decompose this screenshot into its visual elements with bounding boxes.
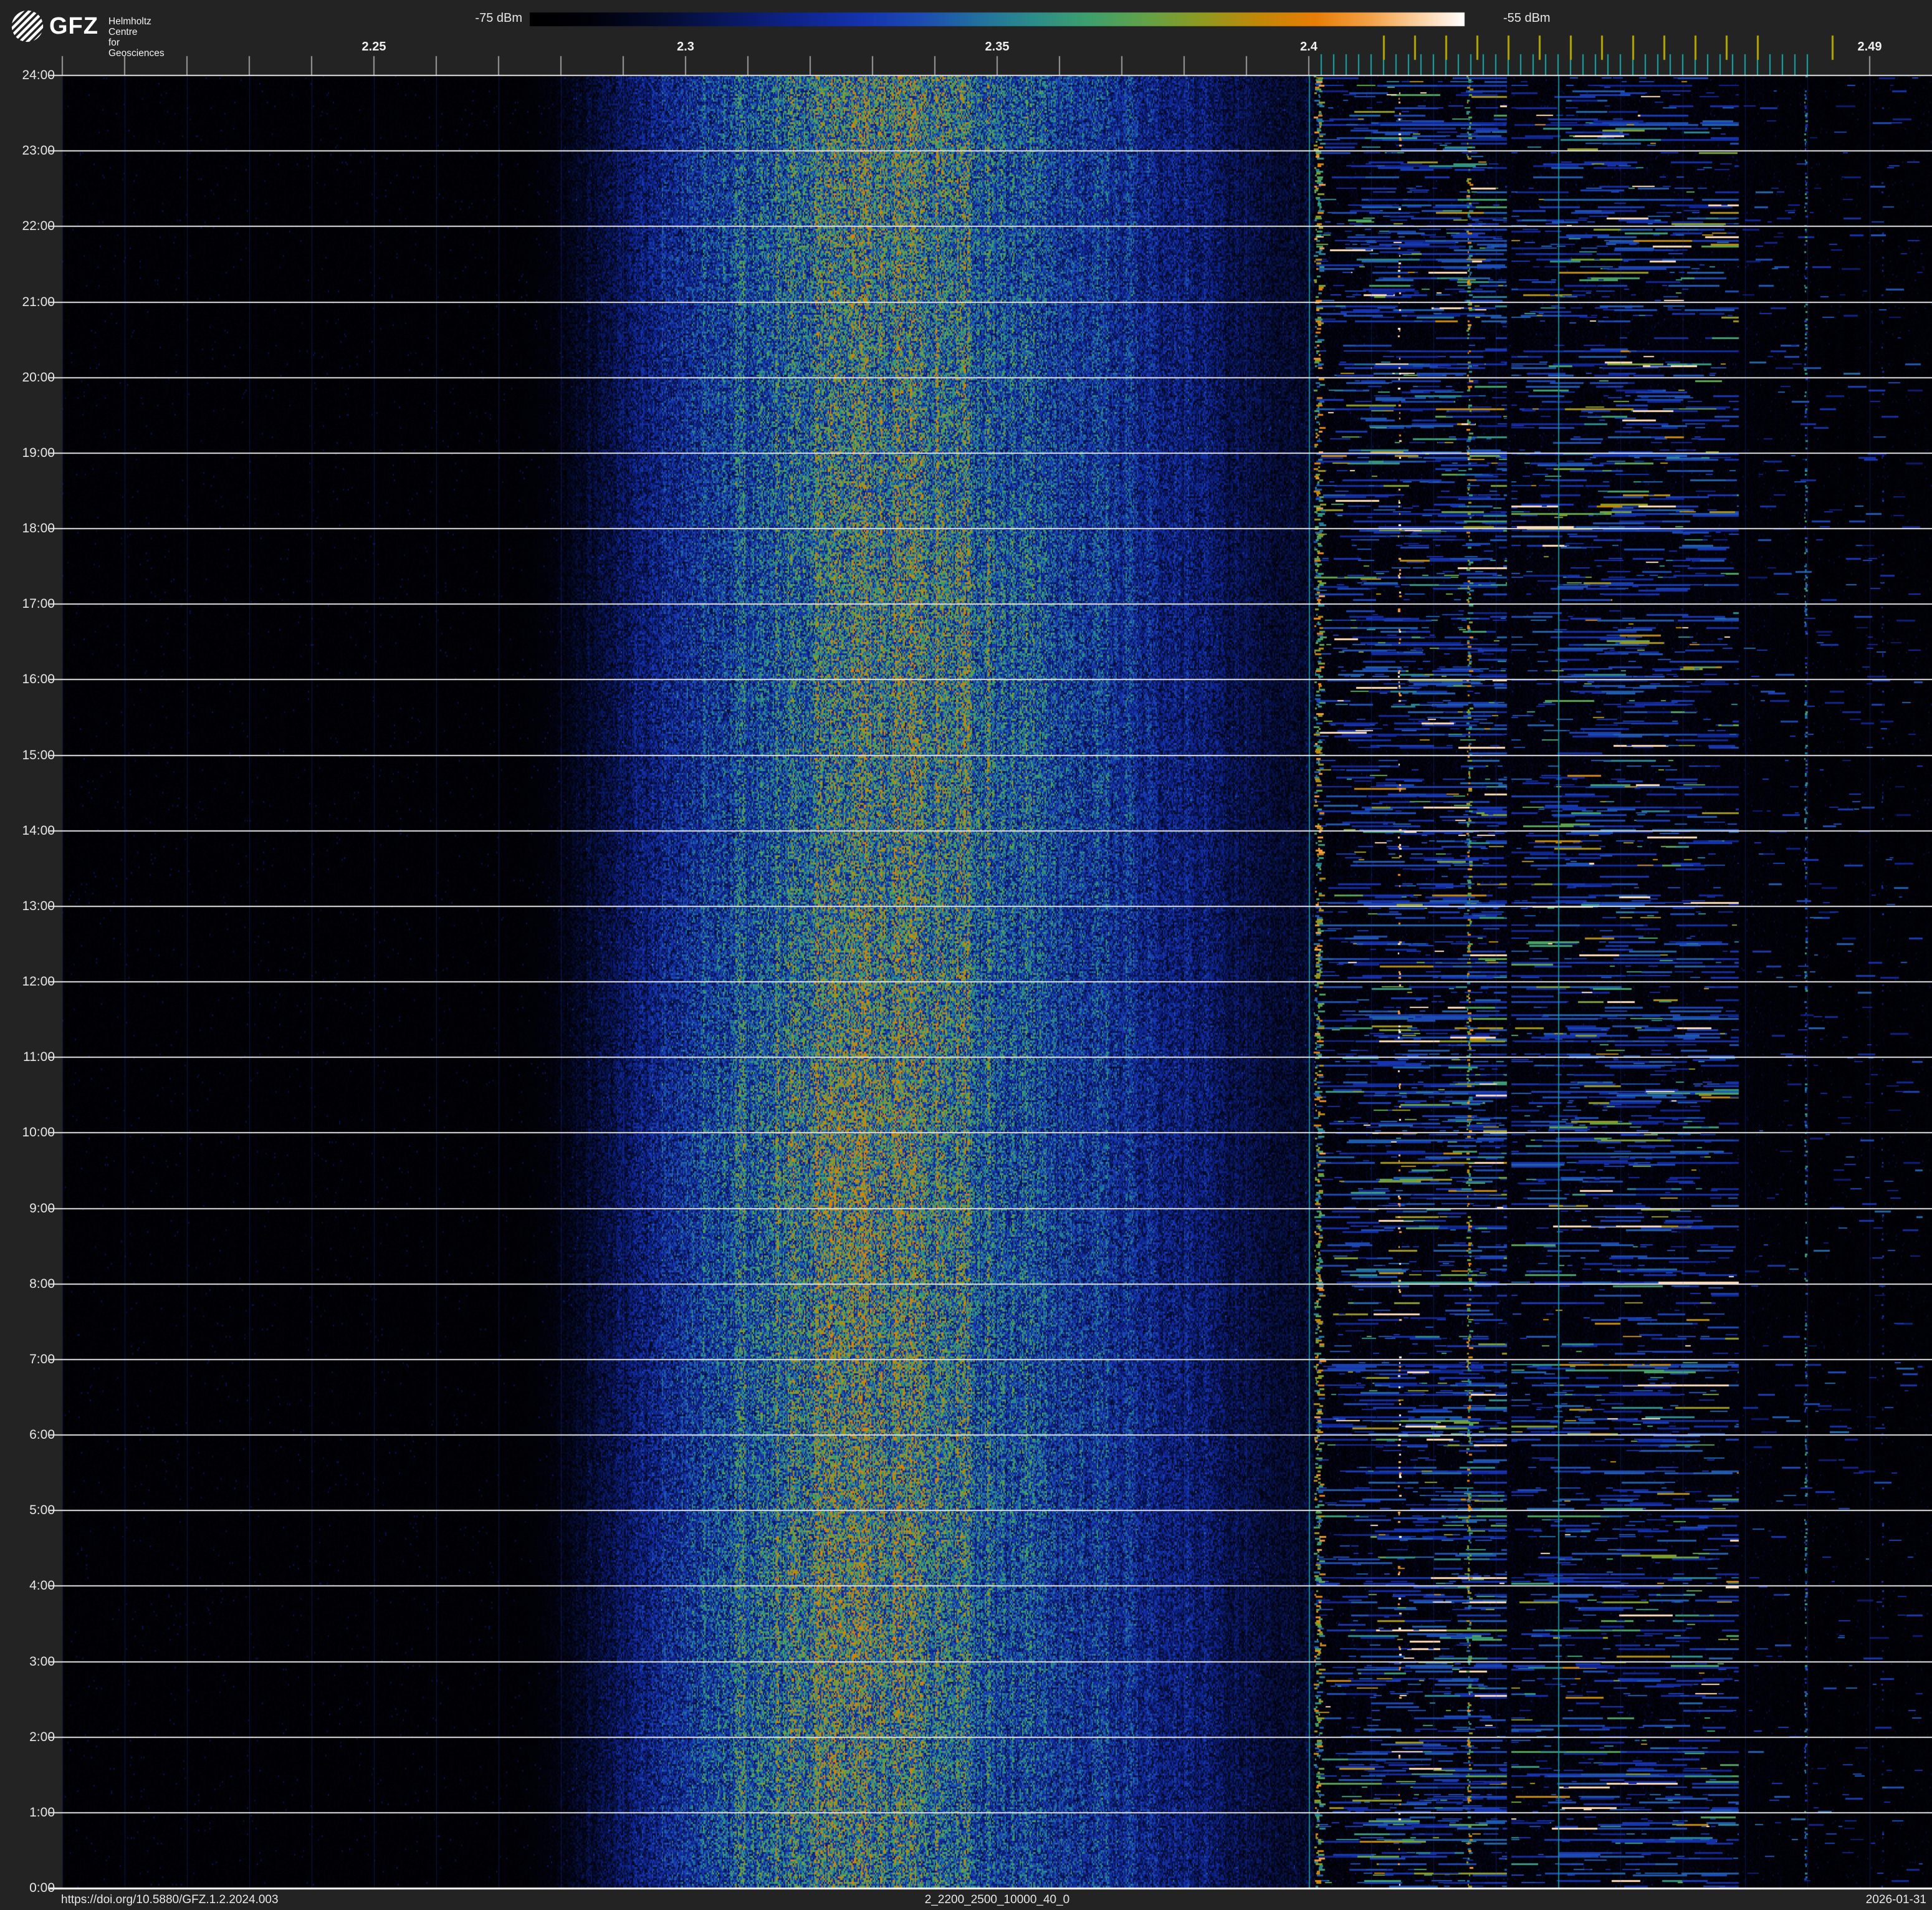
gfz-logo-name: Helmholtz Centre for Geosciences: [108, 16, 165, 59]
time-axis-label: 18:00: [22, 521, 55, 535]
time-axis-label: 0:00: [29, 1881, 55, 1895]
doi-link[interactable]: https://doi.org/10.5880/GFZ.1.2.2024.003: [61, 1893, 279, 1907]
time-axis-label: 1:00: [29, 1805, 55, 1820]
time-axis-label: 14:00: [22, 823, 55, 838]
freq-axis-label: 2.3: [677, 40, 694, 54]
time-axis-label: 4:00: [29, 1578, 55, 1593]
gfz-logo-name-line1: Helmholtz Centre: [108, 16, 151, 37]
gfz-globe-icon: [11, 10, 44, 42]
freq-axis-label: 2.49: [1857, 40, 1882, 54]
time-axis-label: 9:00: [29, 1201, 55, 1216]
time-axis-label: 10:00: [22, 1125, 55, 1140]
time-axis-label: 16:00: [22, 672, 55, 687]
time-axis-label: 5:00: [29, 1503, 55, 1518]
dataset-name: 2_2200_2500_10000_40_0: [924, 1893, 1070, 1906]
time-axis-label: 21:00: [22, 294, 55, 309]
time-axis-label: 6:00: [29, 1428, 55, 1442]
spectrogram-canvas: [0, 0, 1932, 1910]
time-axis-label: 22:00: [22, 219, 55, 234]
time-axis-label: 13:00: [22, 898, 55, 913]
gfz-logo-brand: GFZ: [49, 13, 98, 39]
gfz-logo-name-line2: for Geosciences: [108, 37, 165, 59]
time-axis-label: 19:00: [22, 445, 55, 460]
freq-axis-label: 2.4: [1300, 40, 1317, 54]
date-label: 2026-01-31: [1865, 1893, 1926, 1906]
time-axis-label: 2:00: [29, 1729, 55, 1744]
time-axis-label: 3:00: [29, 1654, 55, 1669]
time-axis-label: 23:00: [22, 143, 55, 158]
spectrogram-app: GFZ Helmholtz Centre for Geosciences -75 …: [0, 0, 1932, 1910]
time-axis-label: 8:00: [29, 1276, 55, 1291]
freq-axis-label: 2.35: [985, 40, 1010, 54]
time-axis-label: 15:00: [22, 747, 55, 762]
time-axis-label: 17:00: [22, 597, 55, 612]
time-axis-label: 7:00: [29, 1351, 55, 1366]
time-axis-label: 11:00: [23, 1050, 55, 1065]
colorbar-max-label: -55 dBm: [1503, 11, 1551, 25]
colorbar-min-label: -75 dBm: [475, 11, 522, 25]
time-axis-label: 20:00: [22, 370, 55, 385]
freq-axis-label: 2.25: [361, 40, 386, 54]
time-axis-label: 24:00: [22, 68, 55, 82]
time-axis-label: 12:00: [22, 974, 55, 989]
